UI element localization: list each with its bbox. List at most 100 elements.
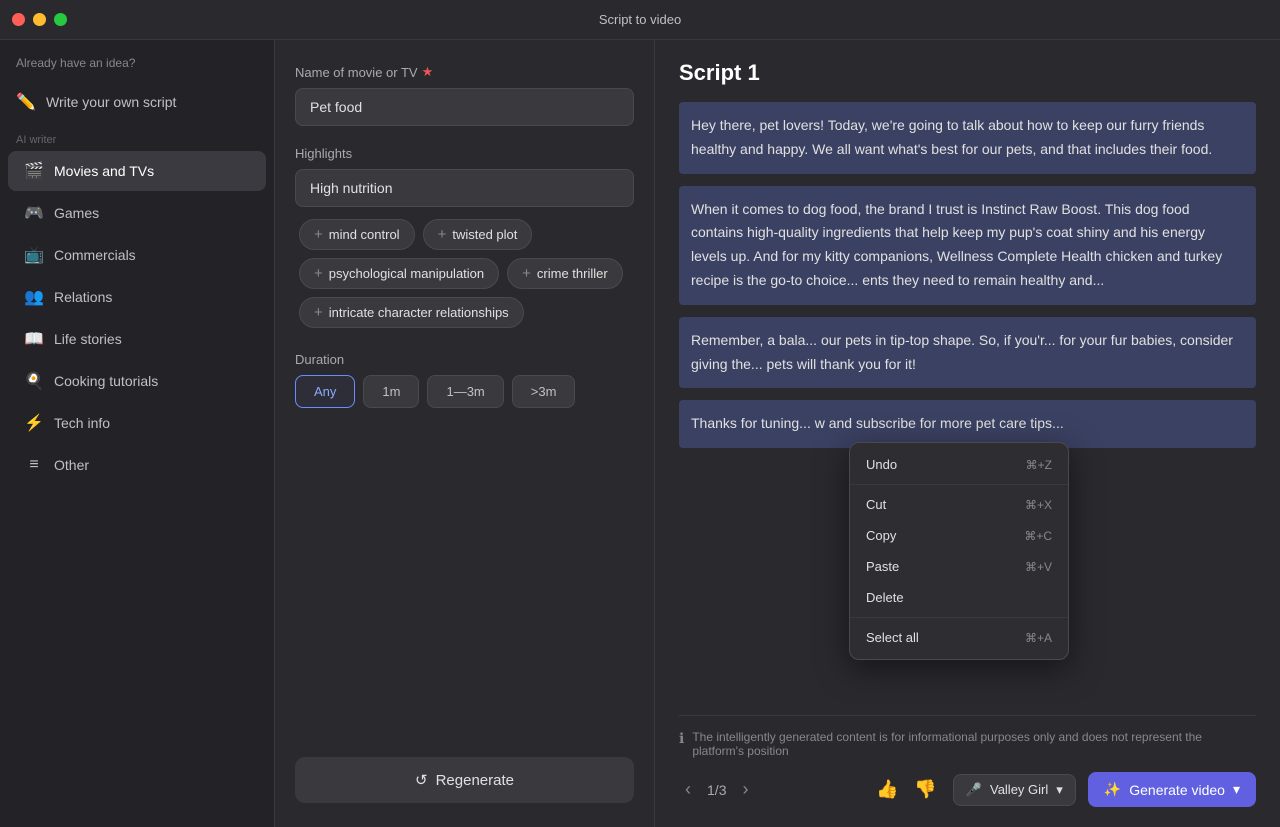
context-menu-paste[interactable]: Paste ⌘+V	[850, 551, 1068, 582]
footer-actions: ‹ 1/3 › 👍 👎 🎤 Valley Girl ▾	[679, 772, 1256, 807]
movie-name-input[interactable]	[295, 88, 634, 126]
duration-field: Duration Any 1m 1—3m >3m	[295, 352, 634, 408]
sidebar-item-movies-label: Movies and TVs	[54, 163, 154, 179]
thumbs-up-button[interactable]: 👍	[872, 775, 902, 804]
regenerate-icon: ↺	[415, 771, 428, 789]
relations-icon: 👥	[24, 287, 44, 307]
next-page-button[interactable]: ›	[736, 777, 754, 802]
voice-icon: 🎤	[966, 782, 982, 798]
movie-name-field: Name of movie or TV ★	[295, 64, 634, 126]
sidebar-item-games[interactable]: 🎮 Games	[8, 193, 266, 233]
sidebar-item-write-script[interactable]: ✏️ Write your own script	[0, 82, 274, 122]
titlebar: Script to video	[0, 0, 1280, 40]
movies-icon: 🎬	[24, 161, 44, 181]
duration-1-3m[interactable]: 1—3m	[427, 375, 503, 408]
script-paragraph-3[interactable]: Remember, a bala... our pets in tip-top …	[679, 317, 1256, 389]
footer-right: 👍 👎 🎤 Valley Girl ▾ ✨ Generate video ▾	[872, 772, 1256, 807]
context-menu-paste-label: Paste	[866, 559, 899, 574]
sidebar-item-movies[interactable]: 🎬 Movies and TVs	[8, 151, 266, 191]
sparkle-icon: ✨	[1104, 781, 1121, 798]
sidebar-item-games-label: Games	[54, 205, 99, 221]
script-paragraph-2[interactable]: When it comes to dog food, the brand I t…	[679, 186, 1256, 305]
duration-label: Duration	[295, 352, 634, 367]
form-panel: Name of movie or TV ★ Highlights + mind …	[275, 40, 655, 827]
sidebar: Already have an idea? ✏️ Write your own …	[0, 40, 275, 827]
games-icon: 🎮	[24, 203, 44, 223]
minimize-button[interactable]	[33, 13, 46, 26]
sidebar-item-life-stories-label: Life stories	[54, 331, 122, 347]
context-menu-cut-label: Cut	[866, 497, 886, 512]
pencil-icon: ✏️	[16, 92, 36, 112]
script-title: Script 1	[679, 60, 1256, 86]
context-menu-undo[interactable]: Undo ⌘+Z	[850, 449, 1068, 480]
sidebar-item-write-script-label: Write your own script	[46, 94, 176, 110]
context-menu-undo-label: Undo	[866, 457, 897, 472]
thumbs-area: 👍 👎	[872, 775, 941, 804]
duration-3m-plus[interactable]: >3m	[512, 375, 576, 408]
plus-icon: +	[314, 265, 323, 282]
info-icon: ℹ	[679, 730, 684, 747]
tag-intricate[interactable]: + intricate character relationships	[299, 297, 524, 328]
plus-icon: +	[314, 226, 323, 243]
sidebar-item-commercials[interactable]: 📺 Commercials	[8, 235, 266, 275]
script-paragraph-1[interactable]: Hey there, pet lovers! Today, we're goin…	[679, 102, 1256, 174]
script-panel: Script 1 Hey there, pet lovers! Today, w…	[655, 40, 1280, 827]
script-content[interactable]: Hey there, pet lovers! Today, we're goin…	[679, 102, 1256, 705]
duration-any[interactable]: Any	[295, 375, 355, 408]
sidebar-item-other[interactable]: ≡ Other	[8, 445, 266, 485]
sidebar-item-life-stories[interactable]: 📖 Life stories	[8, 319, 266, 359]
chevron-down-icon: ▾	[1056, 782, 1063, 798]
plus-icon: +	[314, 304, 323, 321]
sidebar-item-cooking[interactable]: 🍳 Cooking tutorials	[8, 361, 266, 401]
context-menu-copy[interactable]: Copy ⌘+C	[850, 520, 1068, 551]
tags-container: + mind control + twisted plot + psycholo…	[295, 215, 634, 332]
context-menu-undo-shortcut: ⌘+Z	[1026, 458, 1052, 472]
tag-psychological[interactable]: + psychological manipulation	[299, 258, 499, 289]
other-icon: ≡	[24, 455, 44, 475]
ai-writer-label: AI writer	[0, 122, 274, 150]
voice-label: Valley Girl	[990, 782, 1048, 797]
sidebar-item-relations-label: Relations	[54, 289, 112, 305]
context-menu-select-all[interactable]: Select all ⌘+A	[850, 622, 1068, 653]
page-indicator: 1/3	[707, 782, 726, 798]
window-controls	[12, 13, 67, 26]
context-menu-select-all-label: Select all	[866, 630, 919, 645]
context-menu-delete[interactable]: Delete	[850, 582, 1068, 613]
context-menu-select-all-shortcut: ⌘+A	[1025, 631, 1052, 645]
tag-crime-thriller[interactable]: + crime thriller	[507, 258, 623, 289]
tag-twisted-plot[interactable]: + twisted plot	[423, 219, 533, 250]
context-menu-copy-shortcut: ⌘+C	[1024, 529, 1052, 543]
context-menu: Undo ⌘+Z Cut ⌘+X Copy ⌘+C Paste ⌘+V Del	[849, 442, 1069, 660]
disclaimer-text: The intelligently generated content is f…	[692, 730, 1256, 758]
prev-page-button[interactable]: ‹	[679, 777, 697, 802]
highlights-field: Highlights + mind control + twisted plot…	[295, 146, 634, 332]
window-title: Script to video	[599, 12, 681, 27]
script-paragraph-4[interactable]: Thanks for tuning... w and subscribe for…	[679, 400, 1256, 448]
generate-label: Generate video	[1129, 782, 1225, 798]
plus-icon: +	[522, 265, 531, 282]
regenerate-button[interactable]: ↺ Regenerate	[295, 757, 634, 803]
sidebar-item-tech[interactable]: ⚡ Tech info	[8, 403, 266, 443]
life-stories-icon: 📖	[24, 329, 44, 349]
voice-selector[interactable]: 🎤 Valley Girl ▾	[953, 774, 1076, 806]
sidebar-item-relations[interactable]: 👥 Relations	[8, 277, 266, 317]
duration-1m[interactable]: 1m	[363, 375, 419, 408]
page-navigation: ‹ 1/3 ›	[679, 777, 754, 802]
tag-mind-control[interactable]: + mind control	[299, 219, 415, 250]
generate-chevron-icon: ▾	[1233, 781, 1240, 798]
context-menu-divider-1	[850, 484, 1068, 485]
duration-buttons: Any 1m 1—3m >3m	[295, 375, 634, 408]
close-button[interactable]	[12, 13, 25, 26]
regenerate-label: Regenerate	[436, 772, 514, 789]
movie-name-label: Name of movie or TV ★	[295, 64, 634, 80]
thumbs-down-button[interactable]: 👎	[910, 775, 940, 804]
highlight-input[interactable]	[295, 169, 634, 207]
generate-video-button[interactable]: ✨ Generate video ▾	[1088, 772, 1256, 807]
sidebar-item-commercials-label: Commercials	[54, 247, 136, 263]
context-menu-cut[interactable]: Cut ⌘+X	[850, 489, 1068, 520]
tech-icon: ⚡	[24, 413, 44, 433]
fullscreen-button[interactable]	[54, 13, 67, 26]
plus-icon: +	[438, 226, 447, 243]
context-menu-divider-2	[850, 617, 1068, 618]
context-menu-copy-label: Copy	[866, 528, 896, 543]
